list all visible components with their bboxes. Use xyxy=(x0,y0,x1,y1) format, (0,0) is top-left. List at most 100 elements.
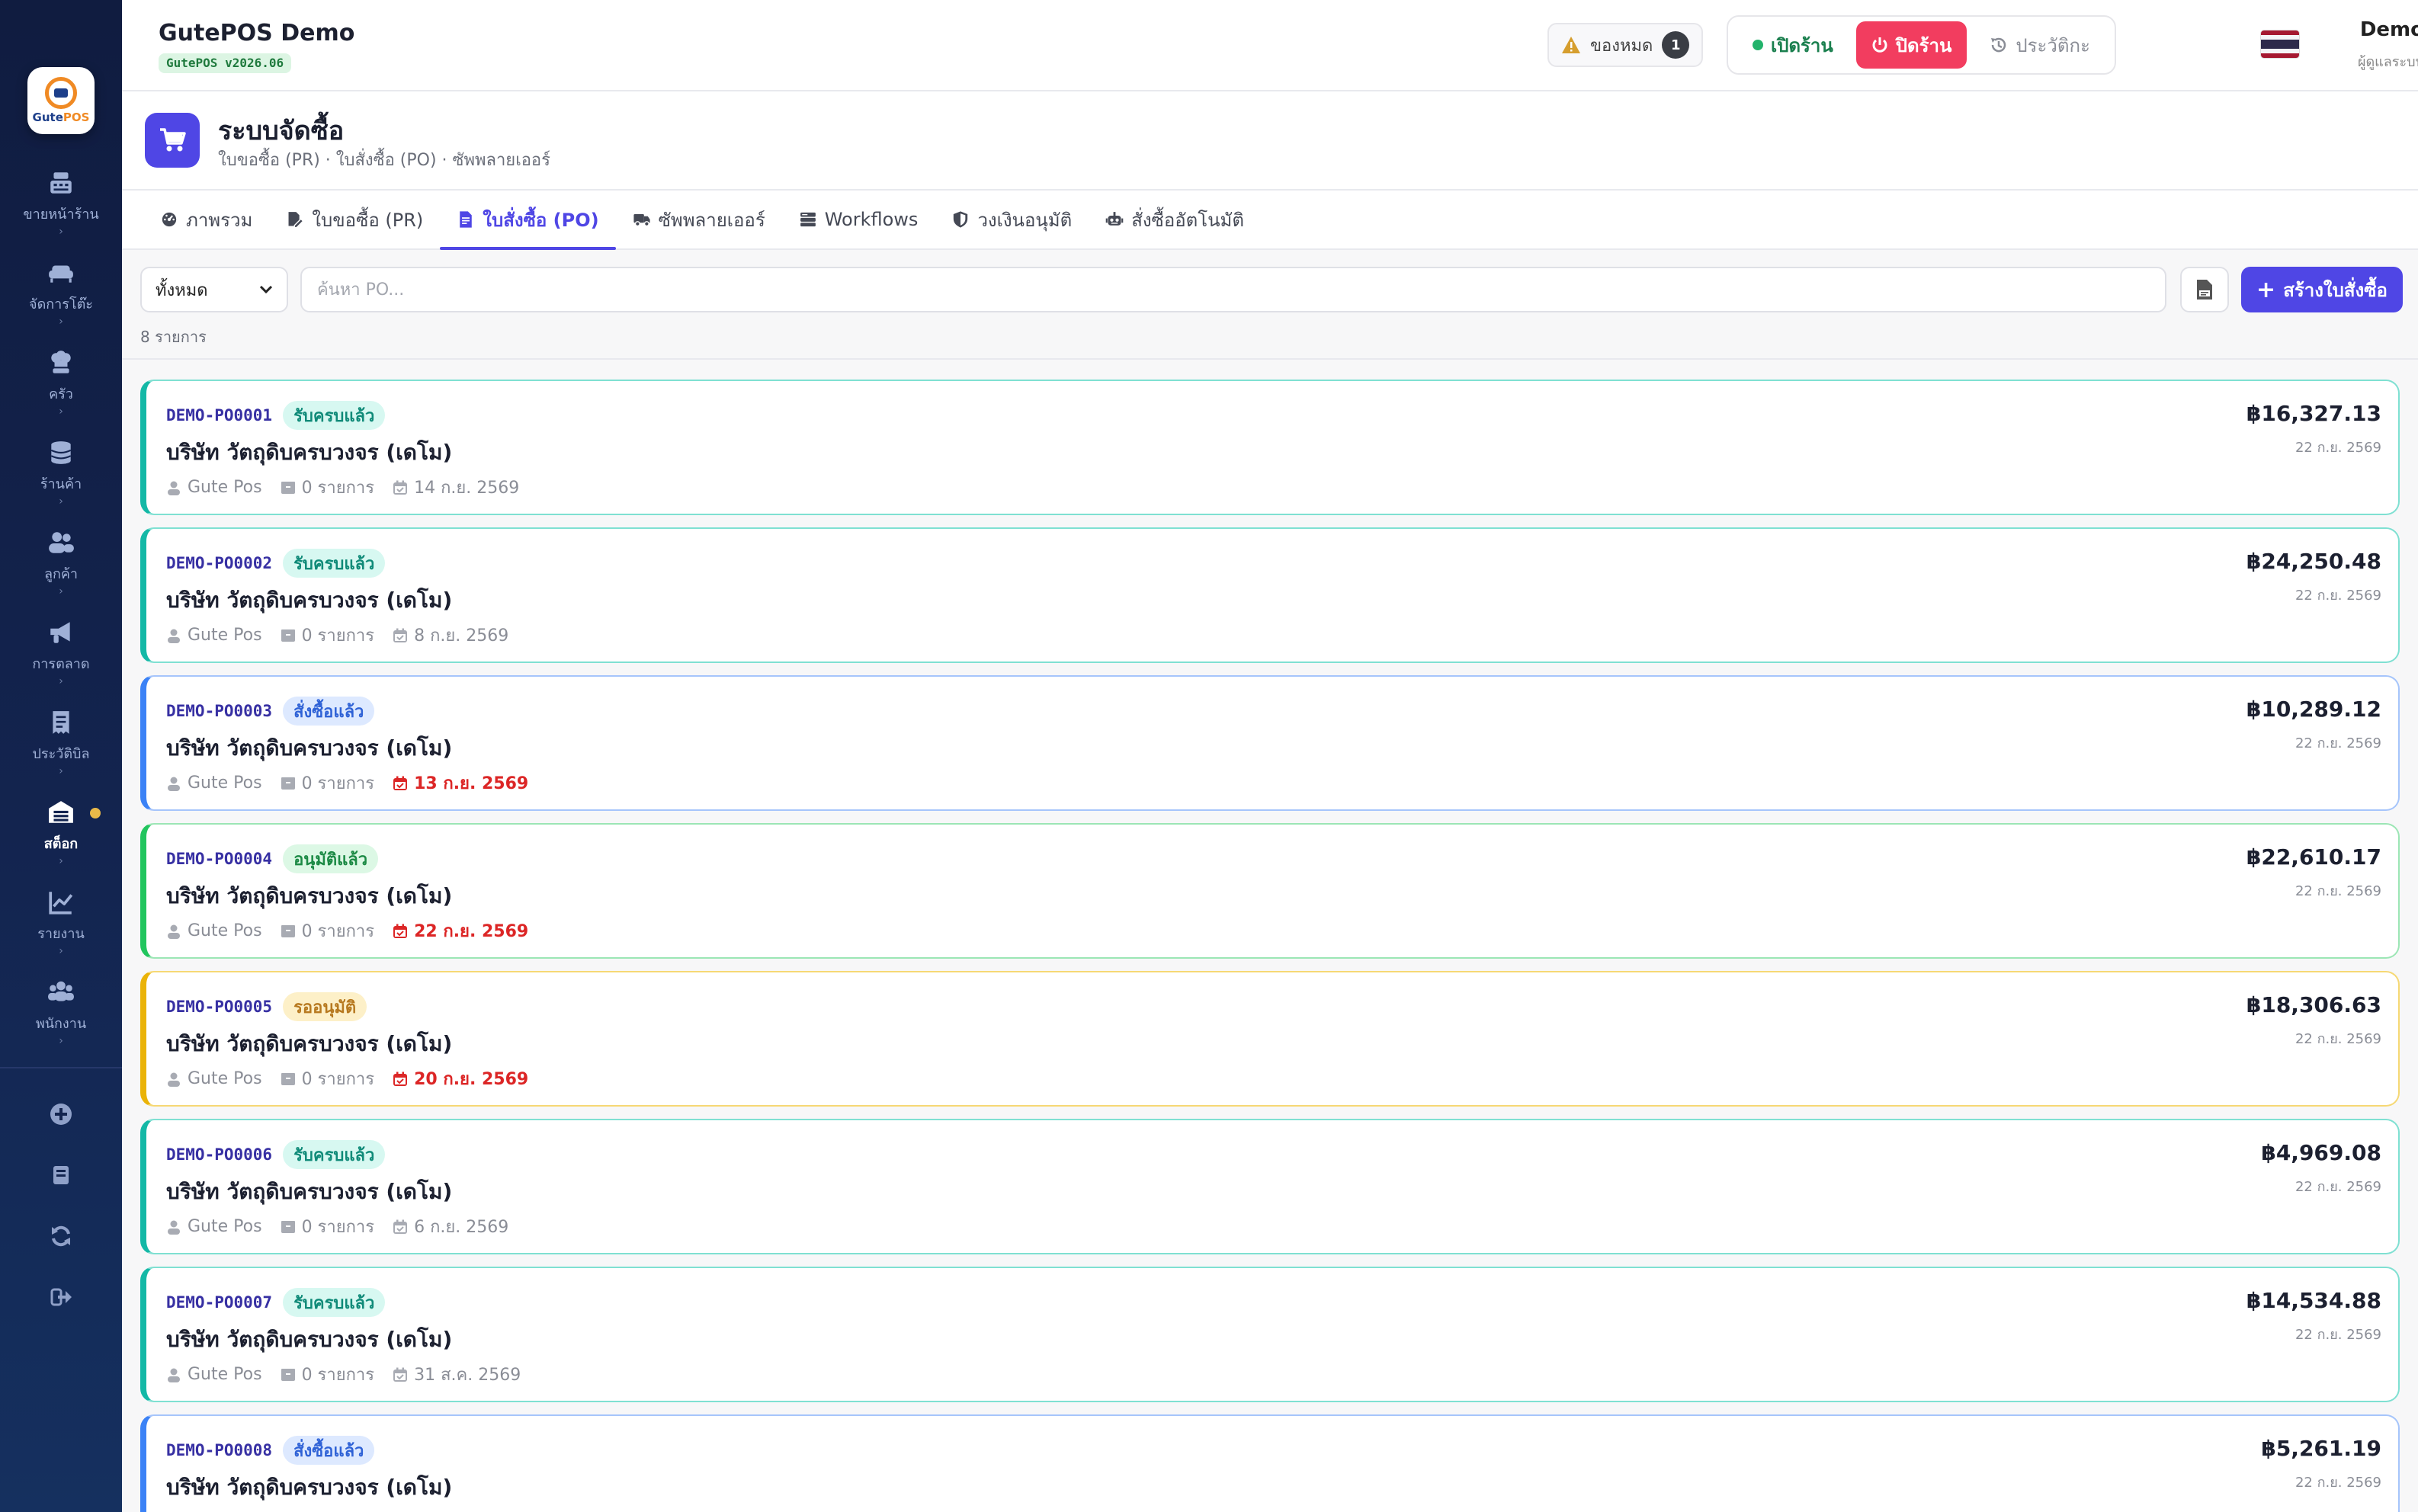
po-card[interactable]: DEMO-PO0004 อนุมัติแล้วบริษัท วัตถุดิบครบ… xyxy=(140,823,2400,959)
tab-2[interactable]: ใบขอซื้อ (PR) xyxy=(269,191,440,248)
sidebar-item-8[interactable]: สต็อก › xyxy=(0,786,122,876)
sidebar-item-10[interactable]: พนักงาน › xyxy=(0,966,122,1056)
status-badge: สั่งซื้อแล้ว xyxy=(283,1436,375,1465)
sidebar-item-7[interactable]: ประวัติบิล › xyxy=(0,697,122,786)
po-card[interactable]: DEMO-PO0008 สั่งซื้อแล้ว บริษัท วัตถุดิบคร… xyxy=(140,1414,2400,1512)
po-search-box xyxy=(300,267,2166,312)
sidebar-item-label: พนักงาน xyxy=(35,1015,87,1032)
book-icon xyxy=(53,1166,69,1184)
history-icon xyxy=(1991,37,2006,53)
version-badge: GutePOS v2026.06 xyxy=(159,53,292,73)
box-icon xyxy=(281,480,296,495)
sidebar-nav: ขายหน้าร้าน › จัดการโต๊ะ › ครัว › ร้านค้า › ลูกค… xyxy=(0,157,122,1056)
box-icon xyxy=(281,776,296,791)
status-filter-select[interactable]: ทั้งหมด xyxy=(140,267,288,312)
item-count: 0 รายการ xyxy=(281,918,374,944)
tab-1[interactable]: ภาพรวม xyxy=(143,191,269,248)
po-header-row: DEMO-PO0004 อนุมัติแล้ว xyxy=(166,844,379,873)
item-count: 0 รายการ xyxy=(281,770,374,796)
chevron-right-icon: › xyxy=(59,225,63,238)
result-count: 8 รายการ xyxy=(140,328,207,346)
database-icon xyxy=(46,437,76,468)
thai-flag-language-icon[interactable] xyxy=(2261,30,2299,58)
po-date: 22 ก.ย. 2569 xyxy=(2295,1031,2381,1047)
po-header-row: DEMO-PO0001 รับครบแล้ว xyxy=(166,401,386,430)
sidebar-item-4[interactable]: ร้านค้า › xyxy=(0,427,122,517)
export-csv-button[interactable] xyxy=(2180,267,2229,312)
plus-circle-icon xyxy=(50,1104,72,1125)
filter-bar: ทั้งหมด + สร้างใบสั่งซื้อ 8 รายการ xyxy=(122,250,2418,360)
sidebar-item-9[interactable]: รายงาน › xyxy=(0,876,122,966)
po-meta: Gute Pos 0 รายการ 31 ส.ค. 2569 xyxy=(166,1361,521,1388)
po-date: 22 ก.ย. 2569 xyxy=(2295,883,2381,899)
user-icon xyxy=(166,480,181,495)
calendar-check-icon xyxy=(393,924,408,939)
chart-line-icon xyxy=(46,887,76,918)
due-date: 6 ก.ย. 2569 xyxy=(393,1213,508,1240)
po-meta: Gute Pos 0 รายการ 6 ก.ย. 2569 xyxy=(166,1213,508,1240)
po-date: 22 ก.ย. 2569 xyxy=(2295,440,2381,456)
app-logo[interactable]: GutePOS xyxy=(27,67,95,134)
calendar-check-icon xyxy=(393,1367,408,1382)
po-card[interactable]: DEMO-PO0003 สั่งซื้อแล้ว บริษัท วัตถุดิบคร… xyxy=(140,675,2400,811)
status-badge: สั่งซื้อแล้ว xyxy=(283,697,375,726)
open-status-dot-icon xyxy=(1753,40,1763,50)
supplier-name: บริษัท วัตถุดิบครบวงจร (เดโม) xyxy=(166,1327,453,1352)
sync-button[interactable] xyxy=(0,1206,122,1267)
item-count: 0 รายการ xyxy=(281,1361,374,1388)
sidebar-item-3[interactable]: ครัว › xyxy=(0,337,122,427)
tab-3[interactable]: ใบสั่งซื้อ (PO) xyxy=(440,191,616,250)
manual-button[interactable] xyxy=(0,1145,122,1206)
po-card[interactable]: DEMO-PO0007 รับครบแล้ว บริษัท วัตถุดิบครบว… xyxy=(140,1267,2400,1402)
close-shop-button[interactable]: ปิดร้าน xyxy=(1855,21,1967,69)
cash-register-icon xyxy=(46,168,76,198)
truck-icon xyxy=(633,210,651,229)
page-header: ระบบจัดซื้อ ใบขอซื้อ (PR) · ใบสั่งซื้อ (… xyxy=(122,91,2418,191)
open-shop-button[interactable]: เปิดร้าน xyxy=(1737,21,1849,69)
file-invoice-icon xyxy=(457,210,475,229)
tab-6[interactable]: วงเงินอนุมัติ xyxy=(935,191,1089,248)
sidebar-bottom-actions xyxy=(0,1084,122,1328)
out-of-stock-alert-button[interactable]: ของหมด 1 xyxy=(1547,23,1704,67)
sidebar: GutePOS ขายหน้าร้าน › จัดการโต๊ะ › ครัว › ร้าน… xyxy=(0,0,122,1512)
logout-button[interactable] xyxy=(0,1267,122,1328)
user-icon xyxy=(166,776,181,791)
sidebar-item-2[interactable]: จัดการโต๊ะ › xyxy=(0,247,122,337)
po-search-input[interactable] xyxy=(317,280,2150,300)
creator: Gute Pos xyxy=(166,1365,262,1384)
tab-4[interactable]: ซัพพลายเออร์ xyxy=(616,191,782,248)
gauge-icon xyxy=(160,210,178,229)
po-header-row: DEMO-PO0005 รออนุมัติ xyxy=(166,992,367,1021)
sidebar-item-6[interactable]: การตลาด › xyxy=(0,607,122,697)
po-meta: Gute Pos 0 รายการ 20 ก.ย. 2569 xyxy=(166,1065,528,1092)
close-shop-label: ปิดร้าน xyxy=(1895,34,1952,56)
po-card[interactable]: DEMO-PO0002 รับครบแล้ว บริษัท วัตถุดิบครบว… xyxy=(140,527,2400,663)
chevron-right-icon: › xyxy=(59,405,63,418)
po-code: DEMO-PO0008 xyxy=(166,1441,273,1459)
po-date: 22 ก.ย. 2569 xyxy=(2295,588,2381,604)
creator: Gute Pos xyxy=(166,921,262,940)
creator: Gute Pos xyxy=(166,478,262,497)
tab-5[interactable]: Workflows xyxy=(782,191,935,248)
po-meta: Gute Pos 0 รายการ 14 ก.ย. 2569 xyxy=(166,474,519,501)
warning-icon xyxy=(1562,37,1580,53)
shift-history-button[interactable]: ประวัติกะ xyxy=(1974,21,2105,69)
user-icon xyxy=(166,628,181,643)
sidebar-item-1[interactable]: ขายหน้าร้าน › xyxy=(0,157,122,247)
sidebar-item-label: รายงาน xyxy=(37,925,85,942)
supplier-name: บริษัท วัตถุดิบครบวงจร (เดโม) xyxy=(166,588,453,613)
po-code: DEMO-PO0003 xyxy=(166,702,273,720)
item-count: 0 รายการ xyxy=(281,622,374,649)
po-card[interactable]: DEMO-PO0001 รับครบแล้ว บริษัท วัตถุดิบครบว… xyxy=(140,380,2400,515)
add-circle-button[interactable] xyxy=(0,1084,122,1145)
tab-7[interactable]: สั่งซื้ออัตโนมัติ xyxy=(1089,191,1261,248)
calendar-check-icon xyxy=(393,1072,408,1087)
po-card[interactable]: DEMO-PO0006 รับครบแล้ว บริษัท วัตถุดิบครบว… xyxy=(140,1119,2400,1254)
supplier-name: บริษัท วัตถุดิบครบวงจร (เดโม) xyxy=(166,883,453,908)
sidebar-item-5[interactable]: ลูกค้า › xyxy=(0,517,122,607)
po-card[interactable]: DEMO-PO0005 รออนุมัติ บริษัท วัตถุดิบครบวง… xyxy=(140,971,2400,1107)
sidebar-item-label: การตลาด xyxy=(32,655,90,672)
create-po-button[interactable]: + สร้างใบสั่งซื้อ xyxy=(2241,267,2403,312)
box-icon xyxy=(281,924,296,939)
calendar-check-icon xyxy=(393,776,408,791)
